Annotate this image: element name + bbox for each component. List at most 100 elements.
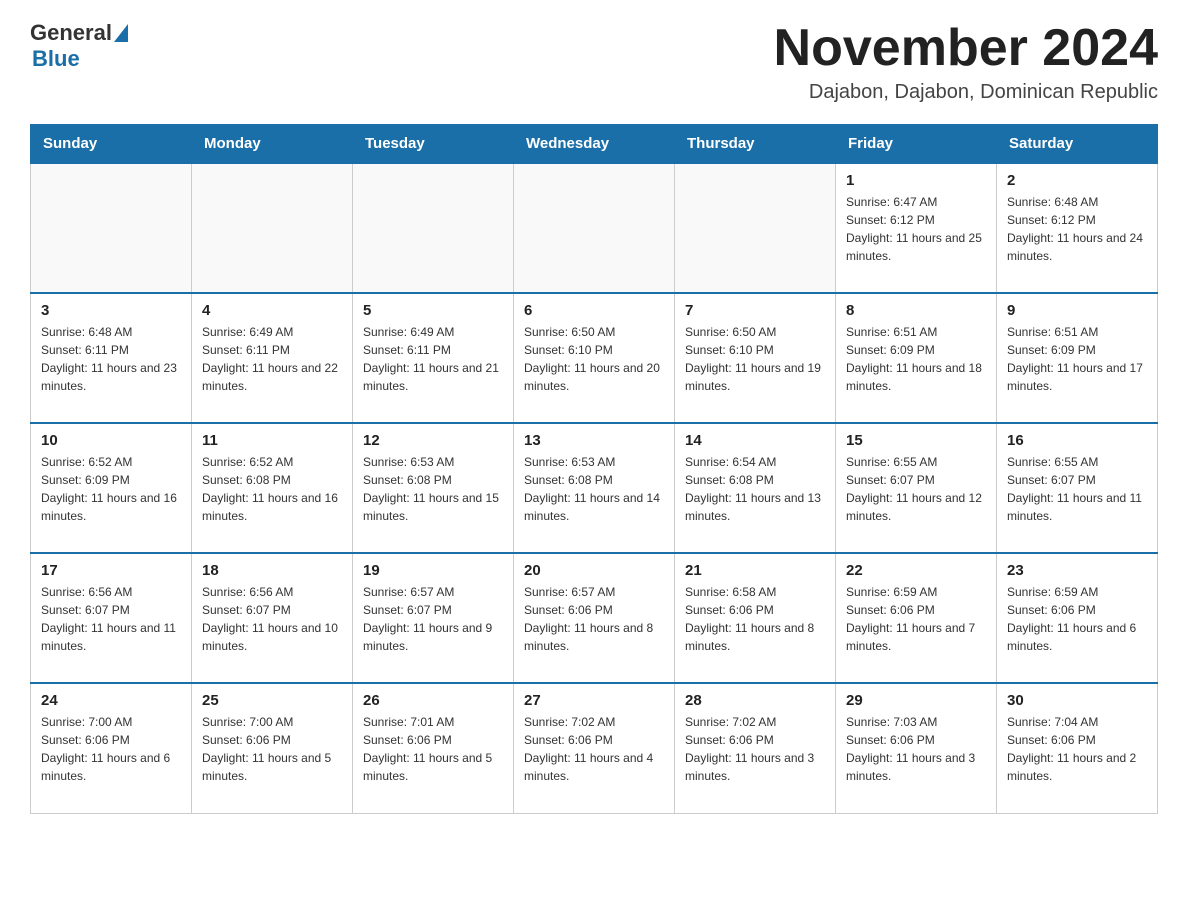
day-info: Sunrise: 6:51 AMSunset: 6:09 PMDaylight:… — [846, 323, 986, 395]
day-info: Sunrise: 6:48 AMSunset: 6:12 PMDaylight:… — [1007, 193, 1147, 265]
calendar-cell — [31, 163, 192, 293]
col-header-friday: Friday — [836, 125, 997, 164]
day-info: Sunrise: 7:00 AMSunset: 6:06 PMDaylight:… — [202, 713, 342, 785]
calendar-cell: 26 Sunrise: 7:01 AMSunset: 6:06 PMDayligh… — [353, 683, 514, 813]
calendar-cell: 4 Sunrise: 6:49 AMSunset: 6:11 PMDaylight… — [192, 293, 353, 423]
day-number: 3 — [41, 302, 181, 319]
day-info: Sunrise: 6:56 AMSunset: 6:07 PMDaylight:… — [202, 583, 342, 655]
calendar-table: SundayMondayTuesdayWednesdayThursdayFrid… — [30, 124, 1158, 814]
day-info: Sunrise: 6:55 AMSunset: 6:07 PMDaylight:… — [1007, 453, 1147, 525]
logo: General Blue — [30, 20, 128, 72]
day-info: Sunrise: 7:02 AMSunset: 6:06 PMDaylight:… — [685, 713, 825, 785]
calendar-cell: 8 Sunrise: 6:51 AMSunset: 6:09 PMDaylight… — [836, 293, 997, 423]
calendar-cell: 21 Sunrise: 6:58 AMSunset: 6:06 PMDayligh… — [675, 553, 836, 683]
day-info: Sunrise: 6:57 AMSunset: 6:06 PMDaylight:… — [524, 583, 664, 655]
calendar-cell: 29Sunrise: 7:03 AMSunset: 6:06 PMDayligh… — [836, 683, 997, 813]
day-number: 12 — [363, 432, 503, 449]
col-header-thursday: Thursday — [675, 125, 836, 164]
day-info: Sunrise: 6:50 AMSunset: 6:10 PMDaylight:… — [685, 323, 825, 395]
calendar-cell: 6 Sunrise: 6:50 AMSunset: 6:10 PMDaylight… — [514, 293, 675, 423]
calendar-week-3: 10 Sunrise: 6:52 AMSunset: 6:09 PMDayligh… — [31, 423, 1158, 553]
day-info: Sunrise: 6:53 AMSunset: 6:08 PMDaylight:… — [363, 453, 503, 525]
calendar-cell: 30Sunrise: 7:04 AMSunset: 6:06 PMDayligh… — [997, 683, 1158, 813]
day-info: Sunrise: 6:53 AMSunset: 6:08 PMDaylight:… — [524, 453, 664, 525]
day-number: 8 — [846, 302, 986, 319]
day-info: Sunrise: 6:51 AMSunset: 6:09 PMDaylight:… — [1007, 323, 1147, 395]
day-number: 10 — [41, 432, 181, 449]
day-info: Sunrise: 6:59 AMSunset: 6:06 PMDaylight:… — [846, 583, 986, 655]
calendar-cell: 15 Sunrise: 6:55 AMSunset: 6:07 PMDayligh… — [836, 423, 997, 553]
day-number: 24 — [41, 692, 181, 709]
col-header-wednesday: Wednesday — [514, 125, 675, 164]
day-info: Sunrise: 7:02 AMSunset: 6:06 PMDaylight:… — [524, 713, 664, 785]
day-number: 14 — [685, 432, 825, 449]
calendar-cell: 24 Sunrise: 7:00 AMSunset: 6:06 PMDayligh… — [31, 683, 192, 813]
calendar-cell: 19Sunrise: 6:57 AMSunset: 6:07 PMDayligh… — [353, 553, 514, 683]
day-info: Sunrise: 6:58 AMSunset: 6:06 PMDaylight:… — [685, 583, 825, 655]
calendar-week-5: 24 Sunrise: 7:00 AMSunset: 6:06 PMDayligh… — [31, 683, 1158, 813]
calendar-cell: 23 Sunrise: 6:59 AMSunset: 6:06 PMDayligh… — [997, 553, 1158, 683]
calendar-header-row: SundayMondayTuesdayWednesdayThursdayFrid… — [31, 125, 1158, 164]
logo-blue-text: Blue — [32, 46, 80, 71]
calendar-cell: 27 Sunrise: 7:02 AMSunset: 6:06 PMDayligh… — [514, 683, 675, 813]
calendar-cell — [192, 163, 353, 293]
day-info: Sunrise: 6:59 AMSunset: 6:06 PMDaylight:… — [1007, 583, 1147, 655]
col-header-sunday: Sunday — [31, 125, 192, 164]
day-number: 17 — [41, 562, 181, 579]
page-header: General Blue November 2024 Dajabon, Daja… — [30, 20, 1158, 104]
day-info: Sunrise: 6:55 AMSunset: 6:07 PMDaylight:… — [846, 453, 986, 525]
calendar-cell — [514, 163, 675, 293]
day-info: Sunrise: 6:57 AMSunset: 6:07 PMDaylight:… — [363, 583, 503, 655]
calendar-title: November 2024 — [774, 20, 1158, 77]
day-info: Sunrise: 6:54 AMSunset: 6:08 PMDaylight:… — [685, 453, 825, 525]
day-number: 4 — [202, 302, 342, 319]
day-number: 27 — [524, 692, 664, 709]
calendar-cell: 1 Sunrise: 6:47 AMSunset: 6:12 PMDaylight… — [836, 163, 997, 293]
calendar-cell: 20 Sunrise: 6:57 AMSunset: 6:06 PMDayligh… — [514, 553, 675, 683]
calendar-week-2: 3 Sunrise: 6:48 AMSunset: 6:11 PMDaylight… — [31, 293, 1158, 423]
day-number: 13 — [524, 432, 664, 449]
logo-triangle-icon — [114, 24, 128, 42]
calendar-cell: 25 Sunrise: 7:00 AMSunset: 6:06 PMDayligh… — [192, 683, 353, 813]
day-info: Sunrise: 6:52 AMSunset: 6:09 PMDaylight:… — [41, 453, 181, 525]
col-header-saturday: Saturday — [997, 125, 1158, 164]
day-info: Sunrise: 7:01 AMSunset: 6:06 PMDaylight:… — [363, 713, 503, 785]
day-info: Sunrise: 6:56 AMSunset: 6:07 PMDaylight:… — [41, 583, 181, 655]
calendar-subtitle: Dajabon, Dajabon, Dominican Republic — [774, 81, 1158, 104]
title-section: November 2024 Dajabon, Dajabon, Dominica… — [774, 20, 1158, 104]
calendar-cell: 5 Sunrise: 6:49 AMSunset: 6:11 PMDaylight… — [353, 293, 514, 423]
day-info: Sunrise: 6:50 AMSunset: 6:10 PMDaylight:… — [524, 323, 664, 395]
day-info: Sunrise: 7:00 AMSunset: 6:06 PMDaylight:… — [41, 713, 181, 785]
calendar-cell: 13 Sunrise: 6:53 AMSunset: 6:08 PMDayligh… — [514, 423, 675, 553]
day-number: 6 — [524, 302, 664, 319]
day-number: 16 — [1007, 432, 1147, 449]
day-number: 5 — [363, 302, 503, 319]
day-number: 7 — [685, 302, 825, 319]
calendar-cell: 28Sunrise: 7:02 AMSunset: 6:06 PMDayligh… — [675, 683, 836, 813]
calendar-cell: 18Sunrise: 6:56 AMSunset: 6:07 PMDayligh… — [192, 553, 353, 683]
calendar-cell: 17 Sunrise: 6:56 AMSunset: 6:07 PMDayligh… — [31, 553, 192, 683]
day-number: 1 — [846, 172, 986, 189]
day-number: 20 — [524, 562, 664, 579]
day-info: Sunrise: 6:47 AMSunset: 6:12 PMDaylight:… — [846, 193, 986, 265]
day-number: 23 — [1007, 562, 1147, 579]
calendar-cell: 9 Sunrise: 6:51 AMSunset: 6:09 PMDaylight… — [997, 293, 1158, 423]
calendar-week-4: 17 Sunrise: 6:56 AMSunset: 6:07 PMDayligh… — [31, 553, 1158, 683]
calendar-cell: 12 Sunrise: 6:53 AMSunset: 6:08 PMDayligh… — [353, 423, 514, 553]
calendar-cell — [353, 163, 514, 293]
day-number: 29 — [846, 692, 986, 709]
calendar-cell: 11Sunrise: 6:52 AMSunset: 6:08 PMDayligh… — [192, 423, 353, 553]
calendar-week-1: 1 Sunrise: 6:47 AMSunset: 6:12 PMDaylight… — [31, 163, 1158, 293]
day-info: Sunrise: 6:49 AMSunset: 6:11 PMDaylight:… — [363, 323, 503, 395]
day-number: 15 — [846, 432, 986, 449]
day-number: 9 — [1007, 302, 1147, 319]
day-info: Sunrise: 6:48 AMSunset: 6:11 PMDaylight:… — [41, 323, 181, 395]
day-info: Sunrise: 6:49 AMSunset: 6:11 PMDaylight:… — [202, 323, 342, 395]
logo-general-text: General — [30, 20, 112, 46]
day-number: 21 — [685, 562, 825, 579]
day-number: 22 — [846, 562, 986, 579]
day-info: Sunrise: 7:04 AMSunset: 6:06 PMDaylight:… — [1007, 713, 1147, 785]
calendar-cell: 7 Sunrise: 6:50 AMSunset: 6:10 PMDaylight… — [675, 293, 836, 423]
day-number: 26 — [363, 692, 503, 709]
day-number: 25 — [202, 692, 342, 709]
